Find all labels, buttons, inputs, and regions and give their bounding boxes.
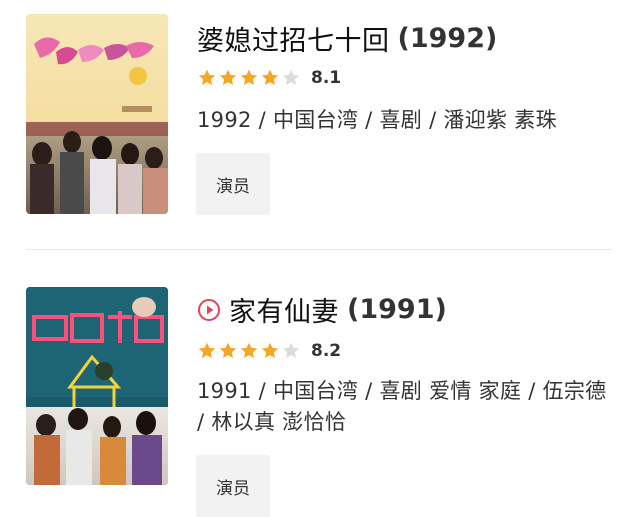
movie-year: (1991) <box>347 294 447 325</box>
movie-meta: 1991 / 中国台湾 / 喜剧 爱情 家庭 / 伍宗德 / 林以真 澎恰恰 <box>197 379 607 434</box>
star-filled-icon <box>198 69 216 85</box>
star-empty-icon <box>282 69 300 85</box>
movie-meta: 1992 / 中国台湾 / 喜剧 / 潘迎紫 素珠 <box>197 108 557 132</box>
star-empty-icon <box>282 342 300 358</box>
rating-score: 8.2 <box>311 341 342 361</box>
movie-title[interactable]: 家有仙妻 <box>229 290 339 329</box>
star-filled-icon <box>240 69 258 85</box>
movie-poster[interactable] <box>26 14 168 214</box>
movie-poster[interactable] <box>26 287 168 485</box>
play-circle-icon[interactable] <box>197 298 221 322</box>
movie-year: (1992) <box>397 23 498 54</box>
rating-row: 8.1 <box>197 68 341 88</box>
drama-poster-image <box>26 14 168 214</box>
star-filled-icon <box>261 69 279 85</box>
movie-title[interactable]: 婆媳过招七十回 <box>197 19 390 58</box>
movie-title-row[interactable]: 婆媳过招七十回 (1992) <box>197 19 497 58</box>
star-filled-icon <box>219 69 237 85</box>
role-tag-button[interactable]: 演员 <box>196 455 270 517</box>
role-tag-button[interactable]: 演员 <box>196 153 270 215</box>
star-filled-icon <box>219 342 237 358</box>
drama-poster-image <box>26 287 168 485</box>
star-filled-icon <box>240 342 258 358</box>
star-filled-icon <box>261 342 279 358</box>
rating-score: 8.1 <box>311 68 342 88</box>
movie-title-row[interactable]: 家有仙妻 (1991) <box>197 290 447 329</box>
star-rating <box>197 341 302 361</box>
star-rating <box>197 68 302 88</box>
star-filled-icon <box>198 342 216 358</box>
list-divider <box>26 249 612 250</box>
rating-row: 8.2 <box>197 341 341 361</box>
